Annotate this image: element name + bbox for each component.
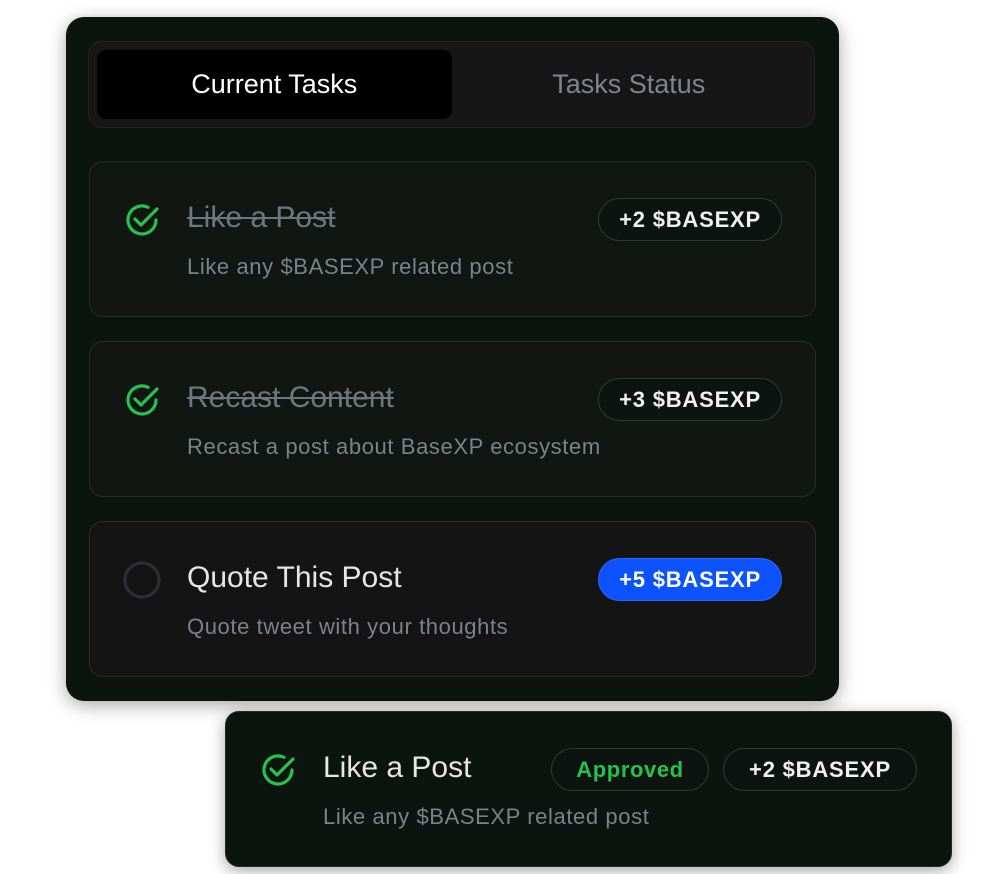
- task-description: Like any $BASEXP related post: [187, 254, 514, 279]
- task-description: Recast a post about BaseXP ecosystem: [187, 434, 601, 459]
- task-card-like-post[interactable]: Like a Post Like any $BASEXP related pos…: [89, 161, 816, 317]
- task-card-recast-content[interactable]: Recast Content Recast a post about BaseX…: [89, 341, 816, 497]
- check-circle-icon: [126, 204, 159, 236]
- reward-badge: +2 $BASEXP: [723, 748, 917, 791]
- task-title: Quote This Post: [187, 561, 402, 594]
- task-title: Like a Post: [187, 201, 336, 234]
- tasks-panel: Current Tasks Tasks Status Like a Post L…: [66, 17, 839, 701]
- task-description: Quote tweet with your thoughts: [187, 614, 509, 639]
- check-circle-icon: [126, 384, 159, 416]
- task-card-quote-post[interactable]: Quote This Post Quote tweet with your th…: [89, 521, 816, 677]
- approved-task-card: Like a Post Like any $BASEXP related pos…: [225, 711, 952, 867]
- task-description: Like any $BASEXP related post: [323, 804, 650, 829]
- tab-bar: Current Tasks Tasks Status: [88, 41, 815, 128]
- tab-tasks-status[interactable]: Tasks Status: [452, 50, 807, 119]
- reward-badge: +5 $BASEXP: [598, 558, 782, 601]
- task-title: Like a Post: [323, 751, 472, 784]
- task-title: Recast Content: [187, 381, 394, 414]
- check-circle-icon: [262, 754, 295, 786]
- reward-badge: +3 $BASEXP: [598, 378, 782, 421]
- approved-status-badge: Approved: [551, 748, 709, 791]
- tab-current-tasks[interactable]: Current Tasks: [97, 50, 452, 119]
- empty-circle-icon[interactable]: [122, 560, 162, 600]
- reward-badge: +2 $BASEXP: [598, 198, 782, 241]
